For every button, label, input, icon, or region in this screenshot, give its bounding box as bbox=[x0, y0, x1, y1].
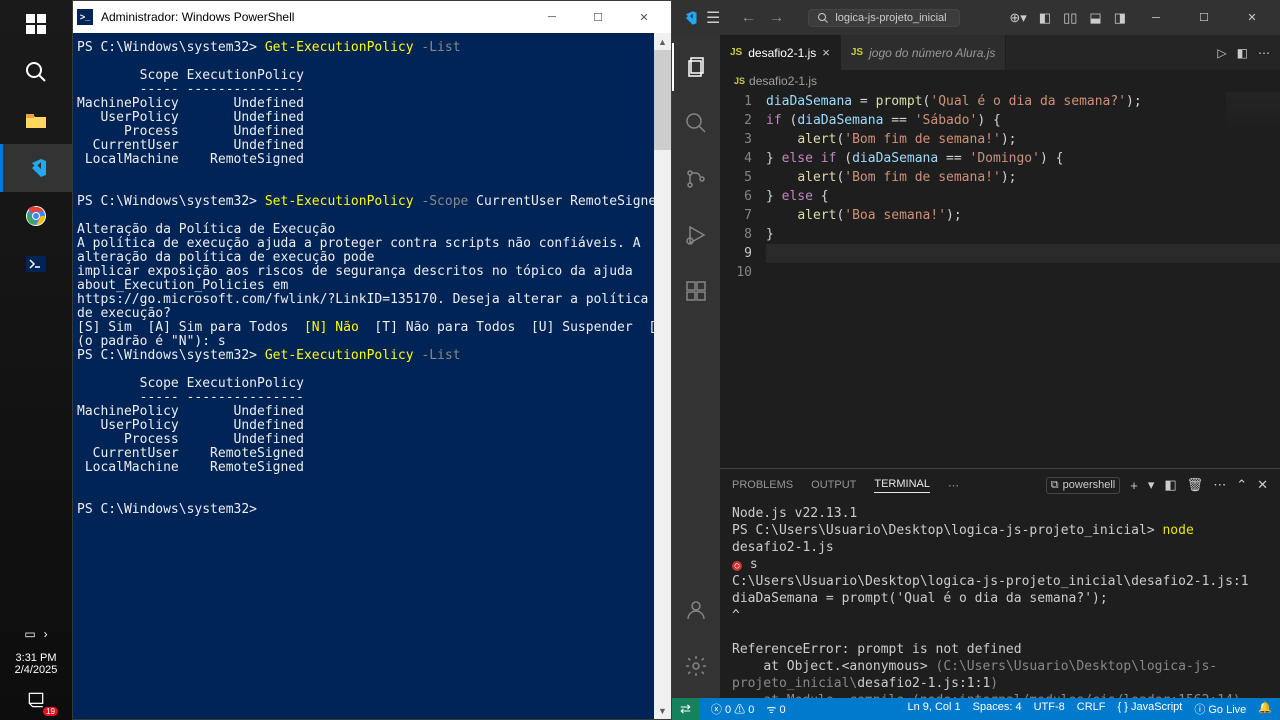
breadcrumb[interactable]: JS desafio2-1.js bbox=[720, 70, 1280, 92]
more-actions-button[interactable]: ⋯ bbox=[1258, 46, 1270, 60]
kill-terminal-button[interactable]: 🗑 bbox=[1187, 477, 1204, 493]
status-bar: ⇄ ⓧ 0 ⚠ 0 ᯤ 0 Ln 9, Col 1 Spaces: 4 UTF-… bbox=[672, 698, 1280, 720]
new-terminal-button[interactable]: + bbox=[1130, 478, 1138, 493]
layout-4-icon[interactable]: ◨ bbox=[1112, 10, 1128, 26]
breadcrumb-text: desafio2-1.js bbox=[749, 74, 817, 88]
split-editor-button[interactable]: ◧ bbox=[1237, 46, 1248, 60]
powershell-title: Administrador: Windows PowerShell bbox=[101, 10, 529, 24]
vs-close-button[interactable]: ✕ bbox=[1232, 0, 1272, 35]
clock[interactable]: 3:31 PM 2/4/2025 bbox=[0, 648, 72, 680]
date-text: 2/4/2025 bbox=[2, 664, 70, 676]
terminal-dropdown-button[interactable]: ▾ bbox=[1148, 477, 1155, 493]
start-button[interactable] bbox=[0, 0, 72, 48]
tab-jogo[interactable]: JS jogo do número Alura.js bbox=[841, 35, 1007, 70]
terminal-tab[interactable]: TERMINAL bbox=[874, 478, 930, 493]
chrome-task-button[interactable] bbox=[0, 192, 72, 240]
search-button[interactable] bbox=[0, 48, 72, 96]
scroll-thumb[interactable] bbox=[654, 50, 671, 150]
panel: PROBLEMS OUTPUT TERMINAL ⋯ ⧉ powershell … bbox=[720, 468, 1280, 698]
problems-tab[interactable]: PROBLEMS bbox=[732, 479, 793, 491]
search-view-button[interactable] bbox=[672, 99, 720, 147]
eol[interactable]: CRLF bbox=[1077, 701, 1106, 717]
windows-taskbar: ▭› 3:31 PM 2/4/2025 19 bbox=[0, 0, 72, 720]
vscode-icon bbox=[680, 9, 698, 27]
tab-label: desafio2-1.js bbox=[748, 46, 816, 60]
remote-button[interactable]: ⇄ bbox=[672, 698, 699, 720]
nav-back-button[interactable]: ← bbox=[736, 9, 760, 27]
vs-minimize-button[interactable]: ─ bbox=[1136, 0, 1176, 35]
go-live-button[interactable]: ⓘ Go Live bbox=[1194, 701, 1246, 717]
shell-icon: ⧉ bbox=[1051, 479, 1059, 492]
scroll-up-arrow[interactable]: ▲ bbox=[654, 33, 671, 50]
vscode-task-button[interactable] bbox=[0, 144, 72, 192]
integrated-terminal[interactable]: Node.js v22.13.1 PS C:\Users\Usuario\Des… bbox=[720, 501, 1280, 698]
tab-desafio2[interactable]: JS desafio2-1.js × bbox=[720, 35, 841, 70]
powershell-terminal[interactable]: PS C:\Windows\system32> Get-ExecutionPol… bbox=[73, 33, 671, 719]
notifications-button[interactable]: 19 bbox=[0, 680, 72, 720]
search-text: logica-js-projeto_inicial bbox=[835, 12, 946, 24]
file-explorer-button[interactable] bbox=[0, 96, 72, 144]
js-icon: JS bbox=[730, 47, 742, 58]
scrollbar[interactable]: ▲ ▼ bbox=[654, 33, 671, 719]
activity-bar bbox=[672, 35, 720, 698]
close-button[interactable]: ✕ bbox=[621, 2, 667, 33]
nav-forward-button[interactable]: → bbox=[764, 9, 788, 27]
menu-button[interactable]: ☰ bbox=[706, 8, 720, 28]
powershell-icon: >_ bbox=[77, 9, 93, 25]
vscode-window: ☰ ← → logica-js-projeto_inicial ⊕▾ ◧ ▯▯ … bbox=[672, 0, 1280, 720]
encoding[interactable]: UTF-8 bbox=[1034, 701, 1065, 717]
js-icon: JS bbox=[851, 47, 863, 58]
show-hidden-icons[interactable]: ▭› bbox=[0, 620, 72, 648]
code-content: diaDaSemana = prompt('Qual é o dia da se… bbox=[766, 92, 1280, 468]
run-debug-button[interactable] bbox=[672, 211, 720, 259]
port-button[interactable]: ᯤ 0 bbox=[766, 702, 785, 717]
terminal-selector[interactable]: ⧉ powershell bbox=[1046, 477, 1120, 494]
explorer-button[interactable] bbox=[672, 43, 720, 91]
accounts-button[interactable] bbox=[672, 586, 720, 634]
minimize-button[interactable]: ─ bbox=[529, 2, 575, 33]
shell-name: powershell bbox=[1063, 479, 1116, 491]
scroll-down-arrow[interactable]: ▼ bbox=[654, 702, 671, 719]
vs-maximize-button[interactable]: ☐ bbox=[1184, 0, 1224, 35]
js-icon: JS bbox=[734, 76, 745, 86]
powershell-window: >_ Administrador: Windows PowerShell ─ ☐… bbox=[72, 0, 672, 720]
command-center[interactable]: logica-js-projeto_inicial bbox=[808, 9, 960, 27]
line-numbers: 12345678910 bbox=[720, 92, 766, 468]
maximize-button[interactable]: ☐ bbox=[575, 2, 621, 33]
run-button[interactable]: ▷ bbox=[1217, 46, 1226, 60]
layout-2-icon[interactable]: ▯▯ bbox=[1061, 10, 1079, 26]
panel-more-button[interactable]: ⋯ bbox=[1213, 477, 1226, 493]
vscode-titlebar[interactable]: ☰ ← → logica-js-projeto_inicial ⊕▾ ◧ ▯▯ … bbox=[672, 0, 1280, 35]
search-icon bbox=[817, 12, 829, 24]
cursor-position[interactable]: Ln 9, Col 1 bbox=[907, 701, 960, 717]
maximize-panel-button[interactable]: ⌃ bbox=[1236, 477, 1247, 493]
error-icon: ◯ bbox=[732, 561, 742, 571]
code-editor[interactable]: 12345678910 diaDaSemana = prompt('Qual é… bbox=[720, 92, 1280, 468]
powershell-titlebar[interactable]: >_ Administrador: Windows PowerShell ─ ☐… bbox=[73, 1, 671, 33]
tab-label: jogo do número Alura.js bbox=[869, 46, 995, 60]
extensions-button[interactable] bbox=[672, 267, 720, 315]
settings-button[interactable] bbox=[672, 642, 720, 690]
close-tab-button[interactable]: × bbox=[822, 45, 830, 60]
errors-button[interactable]: ⓧ 0 ⚠ 0 bbox=[711, 701, 754, 717]
time-text: 3:31 PM bbox=[2, 652, 70, 664]
layout-1-icon[interactable]: ◧ bbox=[1037, 10, 1053, 26]
panel-more-button[interactable]: ⋯ bbox=[948, 479, 959, 492]
powershell-task-button[interactable] bbox=[0, 240, 72, 288]
layout-3-icon[interactable]: ⬓ bbox=[1087, 10, 1103, 26]
split-terminal-button[interactable]: ◧ bbox=[1164, 477, 1176, 493]
minimap[interactable] bbox=[1226, 92, 1280, 132]
close-panel-button[interactable]: ✕ bbox=[1257, 477, 1268, 493]
notifications-icon[interactable]: 🔔 bbox=[1258, 701, 1272, 717]
language-mode[interactable]: { } JavaScript bbox=[1117, 701, 1182, 717]
source-control-button[interactable] bbox=[672, 155, 720, 203]
indentation[interactable]: Spaces: 4 bbox=[973, 701, 1022, 717]
editor-tabs: JS desafio2-1.js × JS jogo do número Alu… bbox=[720, 35, 1280, 70]
copilot-button[interactable]: ⊕▾ bbox=[1007, 10, 1028, 26]
output-tab[interactable]: OUTPUT bbox=[811, 479, 856, 491]
